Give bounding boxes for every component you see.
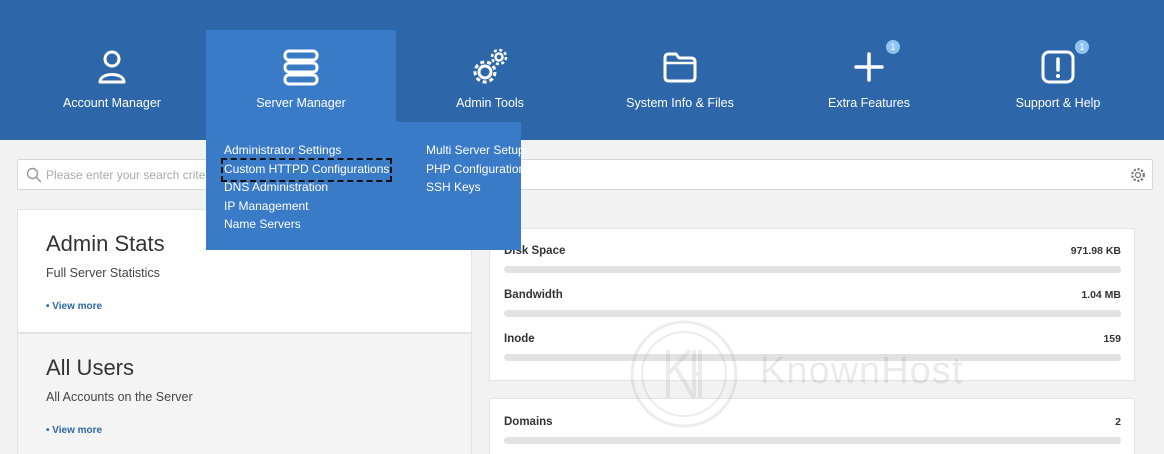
card-title: Admin Stats (46, 231, 165, 256)
top-navigation: Account Manager Server Manager Admin Too… (0, 0, 1164, 140)
nav-server-manager[interactable]: Server Manager (206, 30, 396, 122)
folder-icon (661, 48, 699, 86)
view-more-link[interactable]: • View more (46, 301, 102, 312)
menu-item-php-configuration[interactable]: PHP Configuration (426, 161, 525, 180)
progress-bar (504, 437, 1121, 444)
menu-item-dns-administration[interactable]: DNS Administration (224, 179, 389, 198)
nav-label: Extra Features (828, 96, 910, 110)
nav-admin-tools[interactable]: Admin Tools (415, 0, 565, 122)
view-more-link[interactable]: • View more (46, 425, 102, 436)
menu-item-ssh-keys[interactable]: SSH Keys (426, 179, 525, 198)
server-manager-dropdown: Administrator Settings Custom HTTPD Conf… (206, 122, 525, 250)
card-subtitle: Full Server Statistics (46, 266, 160, 280)
usage-stats-panel: Disk Space 971.98 KB Bandwidth 1.04 MB I… (489, 228, 1135, 381)
search-icon (26, 167, 42, 188)
stat-value: 1.04 MB (1081, 289, 1121, 301)
user-icon (93, 48, 131, 86)
menu-item-custom-httpd-configurations[interactable]: Custom HTTPD Configurations (220, 157, 393, 182)
nav-account-manager[interactable]: Account Manager (37, 0, 187, 122)
plus-icon: 1 (850, 40, 900, 86)
menu-item-multi-server-setup[interactable]: Multi Server Setup (426, 142, 525, 161)
search-input[interactable] (46, 166, 1046, 184)
stat-name: Inode (504, 333, 535, 345)
progress-bar (504, 266, 1121, 273)
nav-label: Server Manager (256, 96, 346, 110)
dropdown-column-2: Multi Server Setup PHP Configuration SSH… (426, 142, 525, 198)
search-bar (17, 159, 1153, 190)
card-title: All Users (46, 355, 135, 380)
stat-name: Domains (504, 416, 553, 428)
all-users-card: All Users All Accounts on the Server • V… (17, 333, 472, 454)
stat-value: 159 (1103, 333, 1121, 345)
nav-label: Admin Tools (456, 96, 524, 110)
nav-system-info-files[interactable]: System Info & Files (605, 0, 755, 122)
menu-item-name-servers[interactable]: Name Servers (224, 216, 389, 235)
dropdown-column-1: Administrator Settings Custom HTTPD Conf… (220, 142, 393, 235)
domains-panel: Domains 2 (489, 398, 1135, 454)
menu-item-administrator-settings[interactable]: Administrator Settings (224, 142, 389, 161)
progress-bar (504, 310, 1121, 317)
menu-item-ip-management[interactable]: IP Management (224, 198, 389, 217)
gears-icon (471, 48, 509, 86)
settings-gear-icon[interactable] (1130, 167, 1146, 188)
progress-bar (504, 354, 1121, 361)
nav-label: Support & Help (1015, 96, 1101, 110)
stat-value: 971.98 KB (1070, 245, 1121, 257)
notification-badge: 1 (1075, 40, 1089, 54)
card-subtitle: All Accounts on the Server (46, 390, 193, 404)
alert-icon: 1 (1039, 40, 1089, 86)
stat-name: Bandwidth (504, 289, 563, 301)
stat-value: 2 (1115, 416, 1121, 428)
notification-badge: 1 (886, 40, 900, 54)
nav-label: System Info & Files (626, 96, 734, 110)
nav-support-help[interactable]: 1 Support & Help (983, 0, 1133, 122)
server-icon (282, 48, 320, 86)
nav-extra-features[interactable]: 1 Extra Features (794, 0, 944, 122)
nav-label: Account Manager (63, 96, 161, 110)
